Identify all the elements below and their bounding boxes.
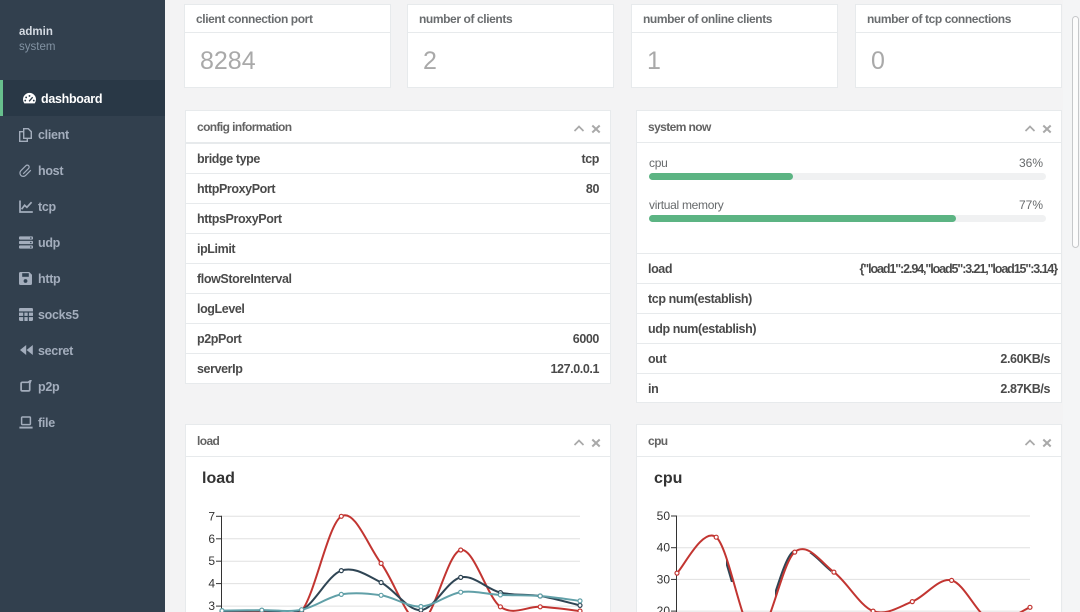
svg-text:3: 3 bbox=[208, 599, 215, 612]
svg-text:40: 40 bbox=[657, 541, 671, 555]
svg-text:6: 6 bbox=[208, 532, 215, 546]
svg-text:50: 50 bbox=[657, 509, 671, 523]
svg-text:4: 4 bbox=[208, 577, 215, 591]
svg-text:20: 20 bbox=[657, 604, 671, 612]
svg-text:30: 30 bbox=[657, 572, 671, 586]
svg-text:5: 5 bbox=[208, 554, 215, 568]
svg-text:7: 7 bbox=[208, 509, 215, 523]
